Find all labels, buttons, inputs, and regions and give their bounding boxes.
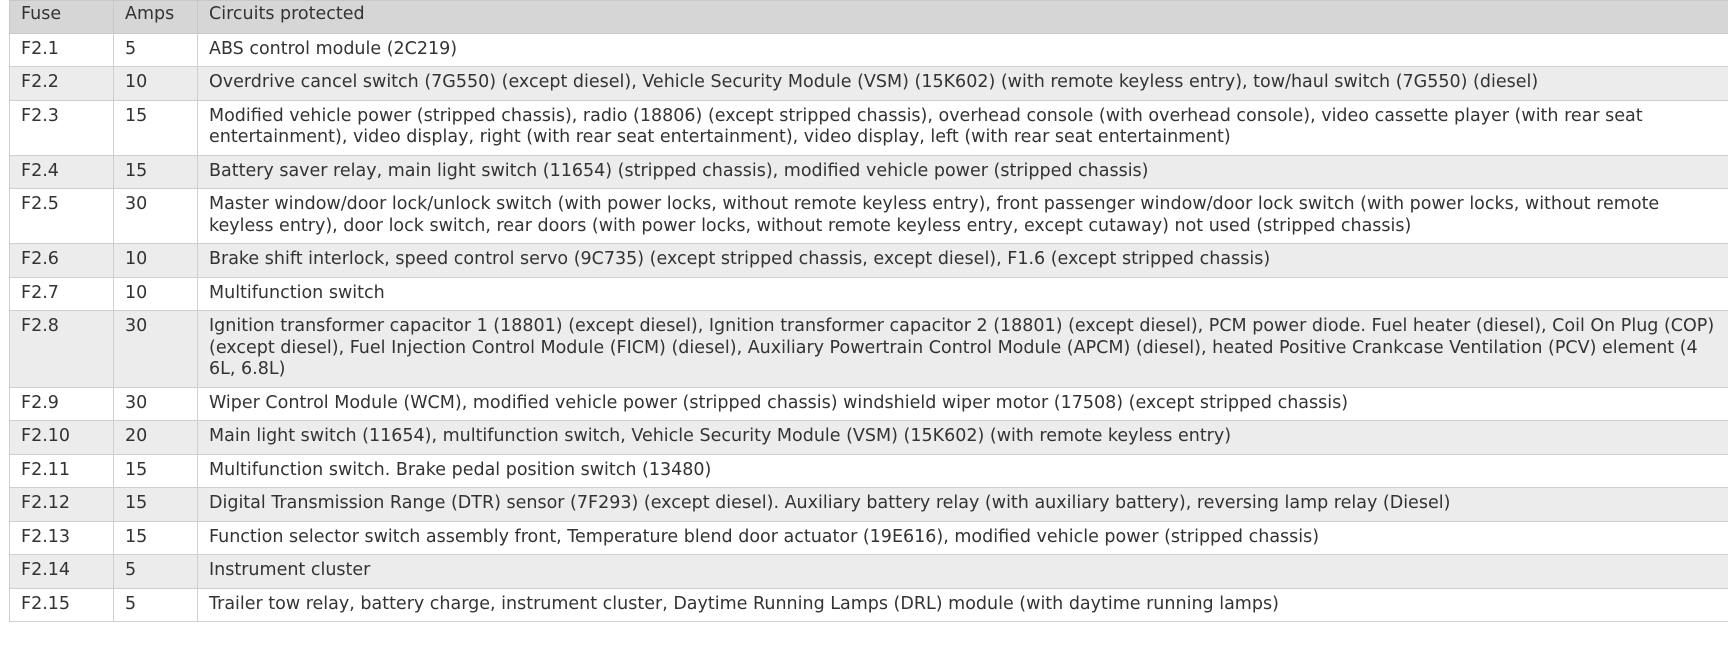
circuits-cell: Battery saver relay, main light switch (… <box>197 154 1728 189</box>
table-row: F2.5 30 Master window/door lock/unlock swi… <box>9 188 1728 244</box>
circuits-cell: ABS control module (2C219) <box>197 32 1728 67</box>
circuits-cell: Multifunction switch. Brake pedal positi… <box>197 453 1728 488</box>
fuse-cell: F2.10 <box>9 420 114 455</box>
circuits-cell: Brake shift interlock, speed control ser… <box>197 243 1728 278</box>
circuits-cell: Overdrive cancel switch (7G550) (except … <box>197 66 1728 101</box>
amps-cell: 30 <box>113 188 198 244</box>
fuse-cell: F2.15 <box>9 587 114 622</box>
table-row: F2.4 15 Battery saver relay, main light sw… <box>9 154 1728 189</box>
table-row: F2.11 15 Multifunction switch. Brake pedal… <box>9 453 1728 488</box>
circuits-cell: Multifunction switch <box>197 276 1728 311</box>
table-row: F2.14 5 Instrument cluster <box>9 554 1728 589</box>
fuse-cell: F2.12 <box>9 487 114 522</box>
circuits-cell: Ignition transformer capacitor 1 (18801)… <box>197 310 1728 388</box>
table-row: F2.7 10 Multifunction switch <box>9 276 1728 311</box>
fuse-cell: F2.8 <box>9 310 114 388</box>
circuits-cell: Wiper Control Module (WCM), modified veh… <box>197 386 1728 421</box>
fuse-cell: F2.14 <box>9 554 114 589</box>
fuse-cell: F2.4 <box>9 154 114 189</box>
fuse-table: Fuse Amps Circuits protected F2.1 5 ABS co… <box>9 0 1728 622</box>
amps-cell: 15 <box>113 453 198 488</box>
fuse-cell: F2.1 <box>9 32 114 67</box>
fuse-cell: F2.9 <box>9 386 114 421</box>
amps-cell: 15 <box>113 154 198 189</box>
header-row: Fuse Amps Circuits protected <box>9 0 1728 34</box>
amps-cell: 10 <box>113 243 198 278</box>
circuits-cell: Main light switch (11654), multifunction… <box>197 420 1728 455</box>
table-row: F2.10 20 Main light switch (11654), multif… <box>9 420 1728 455</box>
fuse-cell: F2.3 <box>9 99 114 156</box>
fuse-cell: F2.2 <box>9 66 114 101</box>
table-row: F2.6 10 Brake shift interlock, speed contr… <box>9 243 1728 278</box>
fuse-cell: F2.6 <box>9 243 114 278</box>
column-header-circuits: Circuits protected <box>197 0 1728 34</box>
fuse-cell: F2.11 <box>9 453 114 488</box>
table-row: F2.13 15 Function selector switch assembly… <box>9 520 1728 555</box>
table-row: F2.12 15 Digital Transmission Range (DTR) … <box>9 487 1728 522</box>
amps-cell: 30 <box>113 310 198 388</box>
table-row: F2.9 30 Wiper Control Module (WCM), modifi… <box>9 386 1728 421</box>
amps-cell: 15 <box>113 487 198 522</box>
table-body: F2.1 5 ABS control module (2C219) F2.2 10 Ove… <box>9 32 1728 622</box>
page: Fuse Amps Circuits protected F2.1 5 ABS co… <box>0 0 1728 651</box>
circuits-cell: Instrument cluster <box>197 554 1728 589</box>
circuits-cell: Function selector switch assembly front,… <box>197 520 1728 555</box>
circuits-cell: Master window/door lock/unlock switch (w… <box>197 188 1728 244</box>
amps-cell: 5 <box>113 32 198 67</box>
amps-cell: 10 <box>113 66 198 101</box>
column-header-amps: Amps <box>113 0 198 34</box>
fuse-cell: F2.13 <box>9 520 114 555</box>
table-row: F2.3 15 Modified vehicle power (stripped c… <box>9 99 1728 156</box>
circuits-cell: Modified vehicle power (stripped chassis… <box>197 99 1728 156</box>
circuits-cell: Digital Transmission Range (DTR) sensor … <box>197 487 1728 522</box>
circuits-cell: Trailer tow relay, battery charge, instr… <box>197 587 1728 622</box>
amps-cell: 15 <box>113 99 198 156</box>
amps-cell: 10 <box>113 276 198 311</box>
amps-cell: 5 <box>113 587 198 622</box>
fuse-cell: F2.7 <box>9 276 114 311</box>
table-row: F2.8 30 Ignition transformer capacitor 1 (… <box>9 310 1728 388</box>
table-row: F2.2 10 Overdrive cancel switch (7G550) (e… <box>9 66 1728 101</box>
amps-cell: 15 <box>113 520 198 555</box>
fuse-cell: F2.5 <box>9 188 114 244</box>
column-header-fuse: Fuse <box>9 0 114 34</box>
amps-cell: 30 <box>113 386 198 421</box>
table-row: F2.15 5 Trailer tow relay, battery charge,… <box>9 587 1728 622</box>
table-row: F2.1 5 ABS control module (2C219) <box>9 32 1728 67</box>
amps-cell: 5 <box>113 554 198 589</box>
table-header: Fuse Amps Circuits protected <box>9 0 1728 34</box>
amps-cell: 20 <box>113 420 198 455</box>
